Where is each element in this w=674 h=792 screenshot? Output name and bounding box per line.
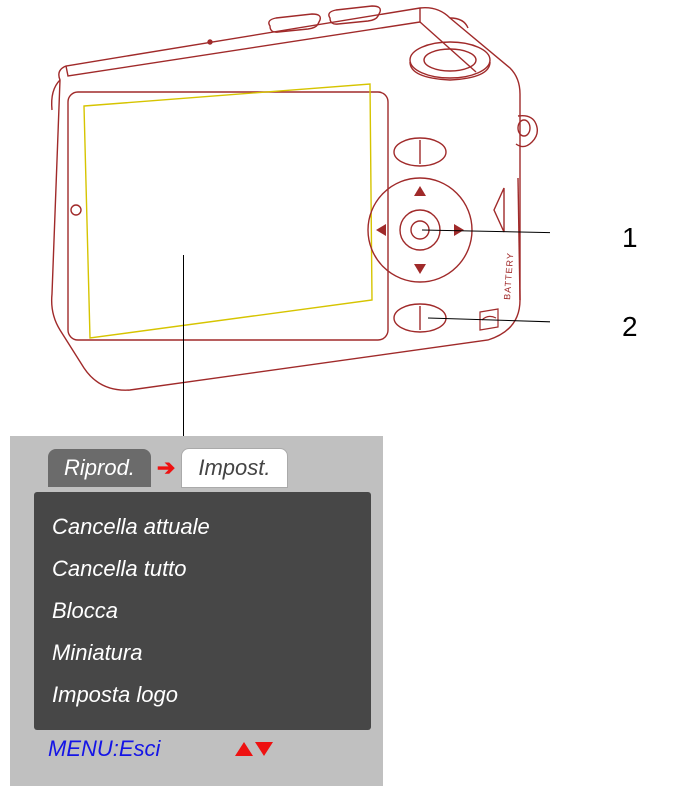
triangle-down-icon [255,742,273,756]
menu-item-blocca[interactable]: Blocca [52,590,353,632]
menu-item-cancella-tutto[interactable]: Cancella tutto [52,548,353,590]
callout-2: 2 [622,311,638,343]
nav-arrows-icon [235,740,273,758]
menu-item-miniatura[interactable]: Miniatura [52,632,353,674]
lcd-menu-panel: Riprod. ➔ Impost. Cancella attuale Cance… [10,436,383,786]
menu-tabs: Riprod. ➔ Impost. [10,448,383,492]
camera-illustration: BATTERY [20,0,550,400]
tab-impost[interactable]: Impost. [181,448,287,488]
right-arrow-icon: ➔ [157,455,175,481]
menu-item-imposta-logo[interactable]: Imposta logo [52,674,353,716]
callout-1: 1 [622,222,638,254]
menu-item-cancella-attuale[interactable]: Cancella attuale [52,506,353,548]
menu-list: Cancella attuale Cancella tutto Blocca M… [34,492,371,730]
menu-footer: MENU:Esci [10,730,383,762]
triangle-up-icon [235,742,253,756]
tab-riprod[interactable]: Riprod. [48,449,151,487]
camera-svg: BATTERY [20,0,550,400]
svg-text:BATTERY: BATTERY [502,252,515,300]
menu-exit-hint: MENU:Esci [48,736,160,762]
screen-leader-line [183,255,184,440]
